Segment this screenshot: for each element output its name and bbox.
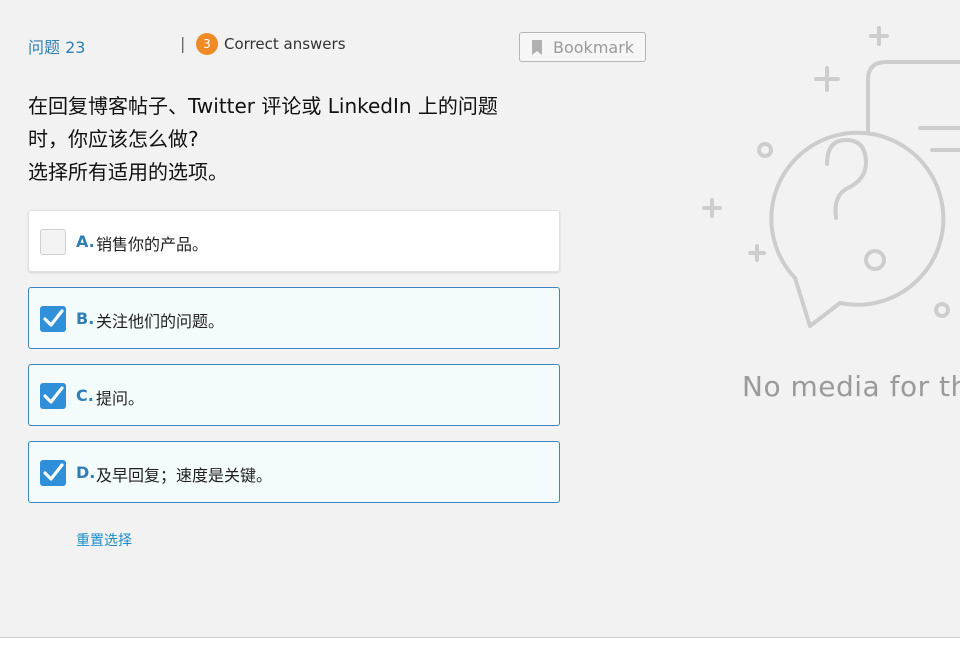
checkbox-unchecked[interactable] [40, 229, 66, 255]
bookmark-button[interactable]: Bookmark [519, 32, 646, 62]
answer-option-b[interactable]: B. 关注他们的问题。 [28, 287, 560, 349]
option-text: 及早回复；速度是关键。 [96, 466, 273, 485]
option-text: 销售你的产品。 [96, 235, 209, 254]
checkmark-icon [43, 309, 64, 327]
question-line: 在回复博客帖子、Twitter 评论或 LinkedIn 上的问题 [28, 94, 498, 118]
question-number: 问题 23 [28, 38, 86, 57]
answer-option-c[interactable]: C. 提问。 [28, 364, 560, 426]
checkmark-icon [43, 463, 64, 481]
checkmark-icon [43, 386, 64, 404]
option-text: 提问。 [96, 389, 145, 408]
correct-count-badge: 3 [196, 33, 218, 55]
answer-option-d[interactable]: D. 及早回复；速度是关键。 [28, 441, 560, 503]
question-speech-bubble-icon [690, 20, 960, 344]
header-separator: | [180, 34, 186, 53]
answer-option-a[interactable]: A. 销售你的产品。 [28, 210, 560, 272]
reset-selection-link[interactable]: 重置选择 [76, 530, 132, 550]
checkbox-checked[interactable] [40, 383, 66, 409]
bookmark-icon [531, 40, 543, 59]
option-letter: D. [76, 463, 96, 482]
option-letter: A. [76, 232, 95, 251]
bottom-bar [0, 638, 960, 645]
option-letter: B. [76, 309, 95, 328]
question-text: 在回复博客帖子、Twitter 评论或 LinkedIn 上的问题 时，你应该怎… [28, 90, 558, 189]
bookmark-label: Bookmark [553, 38, 635, 57]
correct-answers-label: Correct answers [224, 35, 346, 53]
question-instruction: 选择所有适用的选项。 [28, 160, 228, 184]
checkbox-checked[interactable] [40, 460, 66, 486]
option-letter: C. [76, 386, 94, 405]
checkbox-checked[interactable] [40, 306, 66, 332]
question-line: 时，你应该怎么做? [28, 127, 199, 151]
no-media-text: No media for this [742, 370, 960, 403]
option-text: 关注他们的问题。 [96, 312, 225, 331]
